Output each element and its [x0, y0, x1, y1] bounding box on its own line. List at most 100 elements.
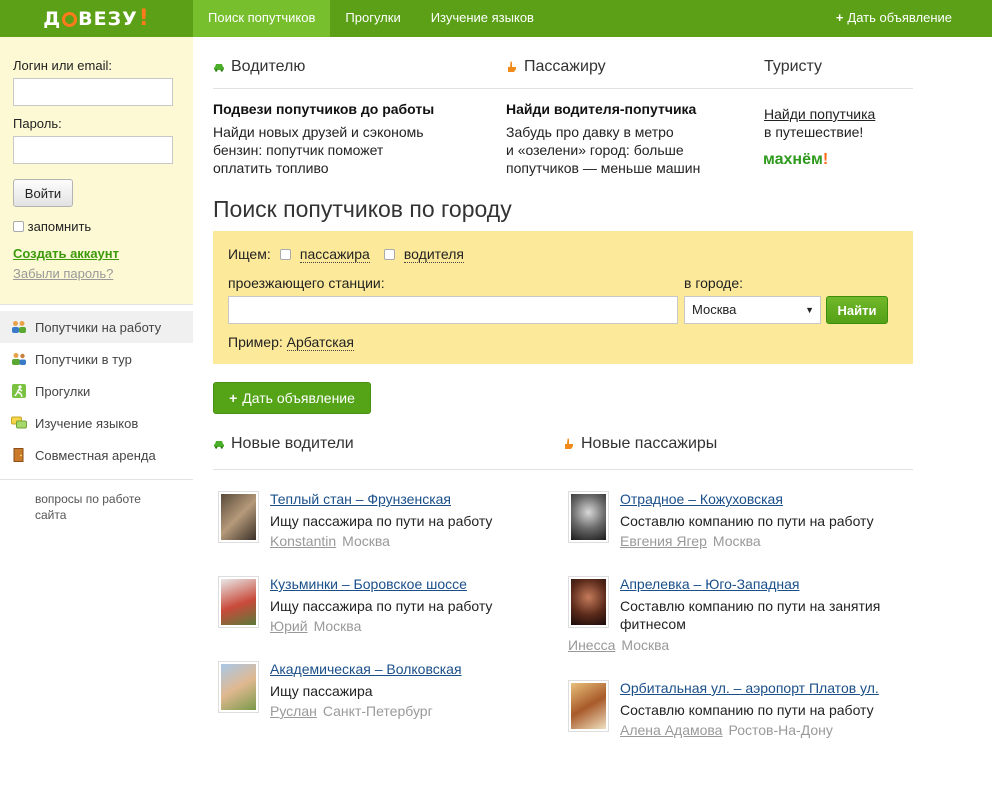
logo-o-icon: [62, 12, 78, 27]
avatar[interactable]: [568, 680, 609, 732]
site-questions-link[interactable]: вопросы по работе сайта: [35, 491, 175, 523]
route-link[interactable]: Апрелевка – Юго-Западная: [620, 576, 799, 592]
create-account-link[interactable]: Создать аккаунт: [13, 246, 119, 261]
avatar[interactable]: [218, 576, 259, 628]
commuters-icon: [12, 321, 26, 333]
user-name-link[interactable]: Алена Адамова: [620, 722, 722, 738]
mahnem-bang: !: [822, 151, 829, 168]
example-row: Пример: Арбатская: [228, 334, 355, 351]
user-name-link[interactable]: Инесса: [568, 637, 615, 653]
route-link[interactable]: Кузьминки – Боровское шоссе: [270, 576, 467, 592]
tourist-column-head: Туристу: [764, 58, 822, 76]
driver-promo-line: оплатить топливо: [213, 160, 329, 176]
new-drivers-title: Новые водители: [231, 435, 354, 452]
password-input[interactable]: [13, 136, 173, 164]
listing-description: Ищу пассажира по пути на работу: [270, 598, 493, 614]
passenger-option-label[interactable]: пассажира: [299, 246, 370, 263]
passenger-promo-title: Найди водителя-попутчика: [506, 101, 697, 117]
top-add-label: Дать объявление: [847, 10, 952, 25]
listing-meta: Инесса Москва: [568, 637, 669, 653]
driver-promo-title: Подвези попутчиков до работы: [213, 101, 435, 117]
avatar[interactable]: [568, 491, 609, 543]
passenger-column-head: Пассажиру: [506, 58, 606, 76]
sidebar-item-label: Попутчики в тур: [35, 351, 132, 367]
passenger-checkbox[interactable]: [280, 249, 291, 260]
driver-option-label[interactable]: водителя: [403, 246, 464, 263]
listing-meta: Алена Адамова Ростов-На-Дону: [620, 722, 833, 738]
user-name-link[interactable]: Евгения Ягер: [620, 533, 707, 549]
user-city: Москва: [342, 533, 390, 549]
avatar[interactable]: [568, 576, 609, 628]
login-panel: Логин или email: Пароль: Войти запомнить…: [0, 37, 193, 304]
sidebar-item-shared-rent[interactable]: Совместная аренда: [0, 439, 193, 471]
mahnem-brand-text: махнём: [763, 151, 823, 168]
remember-checkbox[interactable]: [13, 221, 24, 232]
new-passengers-head: Новые пассажиры: [563, 435, 717, 453]
passenger-option[interactable]: пассажира: [280, 246, 370, 263]
driver-option[interactable]: водителя: [384, 246, 464, 263]
search-form: Ищем: пассажира водителя проезжающего ст…: [213, 231, 913, 364]
nav-item-walks[interactable]: Прогулки: [330, 0, 415, 37]
sidebar-menu: Попутчики на работу Попутчики в тур Прог…: [0, 311, 193, 471]
login-button[interactable]: Войти: [13, 179, 73, 207]
mahnem-logo[interactable]: махнём!: [763, 151, 828, 169]
driver-checkbox[interactable]: [384, 249, 395, 260]
nav-item-languages[interactable]: Изучение языков: [416, 0, 549, 37]
user-name-link[interactable]: Юрий: [270, 618, 308, 634]
nav-item-ride-search[interactable]: Поиск попутчиков: [193, 0, 331, 37]
station-input[interactable]: [228, 296, 678, 324]
passenger-promo-line: Забудь про давку в метро: [506, 124, 674, 140]
listing-description: Составлю компанию по пути на работу: [620, 513, 874, 529]
sidebar-item-languages[interactable]: Изучение языков: [0, 407, 193, 439]
logo[interactable]: Д ВЕЗУ!: [0, 0, 193, 37]
user-city: Ростов-На-Дону: [728, 722, 833, 738]
car-icon: [214, 64, 224, 72]
dropdown-arrow-icon: ▼: [805, 305, 814, 315]
hitchhike-hand-icon: [565, 438, 573, 449]
sidebar-item-tour-rides[interactable]: Попутчики в тур: [0, 343, 193, 375]
route-link[interactable]: Академическая – Волковская: [270, 661, 462, 677]
forgot-password-link[interactable]: Забыли пароль?: [13, 266, 113, 281]
listing-description: Составлю компанию по пути на работу: [620, 702, 874, 718]
avatar[interactable]: [218, 491, 259, 543]
user-city: Москва: [712, 533, 761, 549]
sidebar-item-walks[interactable]: Прогулки: [0, 375, 193, 407]
passenger-promo-line: попутчиков — меньше машин: [506, 160, 701, 176]
city-search-title: Поиск попутчиков по городу: [213, 196, 512, 222]
user-city: Санкт-Петербург: [322, 703, 433, 719]
find-travel-companion-link[interactable]: Найди попутчика: [764, 105, 875, 123]
walking-icon: [12, 384, 26, 398]
password-label: Пароль:: [13, 116, 62, 131]
driver-promo-text: Найди новых друзей и сэкономь бензин: по…: [213, 123, 424, 177]
user-name-link[interactable]: Konstantin: [270, 533, 336, 549]
route-link[interactable]: Теплый стан – Фрунзенская: [270, 491, 451, 507]
speech-bubbles-icon: [11, 416, 27, 429]
city-select-value: Москва: [692, 302, 737, 317]
car-icon: [214, 441, 224, 449]
new-passengers-title: Новые пассажиры: [581, 435, 718, 452]
plus-icon: +: [835, 10, 844, 25]
route-link[interactable]: Отрадное – Кожуховская: [620, 491, 783, 507]
example-station-link[interactable]: Арбатская: [286, 334, 355, 351]
driver-promo-line: бензин: попутчик поможет: [213, 142, 384, 158]
city-select[interactable]: Москва ▼: [684, 296, 821, 324]
login-input[interactable]: [13, 78, 173, 106]
add-listing-button[interactable]: + Дать объявление: [213, 382, 371, 414]
tourist-promo-line: в путешествие!: [764, 124, 864, 140]
top-bar: Д ВЕЗУ! Поиск попутчиков Прогулки Изучени…: [0, 0, 992, 37]
route-link[interactable]: Орбитальная ул. – аэропорт Платов ул.: [620, 680, 879, 696]
new-drivers-head: Новые водители: [213, 435, 354, 453]
user-name-link[interactable]: Руслан: [270, 703, 317, 719]
hitchhike-hand-icon: [508, 61, 516, 72]
sidebar-item-work-rides[interactable]: Попутчики на работу: [0, 311, 193, 343]
sidebar-item-label: Совместная аренда: [35, 447, 156, 463]
tourists-icon: [12, 353, 26, 365]
remember-me[interactable]: запомнить: [13, 219, 91, 234]
remember-label: запомнить: [27, 219, 92, 234]
top-add-listing-link[interactable]: + Дать объявление: [836, 0, 952, 37]
listing-meta: Евгения Ягер Москва: [620, 533, 761, 549]
example-label: Пример:: [228, 334, 283, 350]
avatar[interactable]: [218, 661, 259, 713]
sidebar-item-label: Прогулки: [35, 383, 91, 399]
find-button[interactable]: Найти: [826, 296, 888, 324]
